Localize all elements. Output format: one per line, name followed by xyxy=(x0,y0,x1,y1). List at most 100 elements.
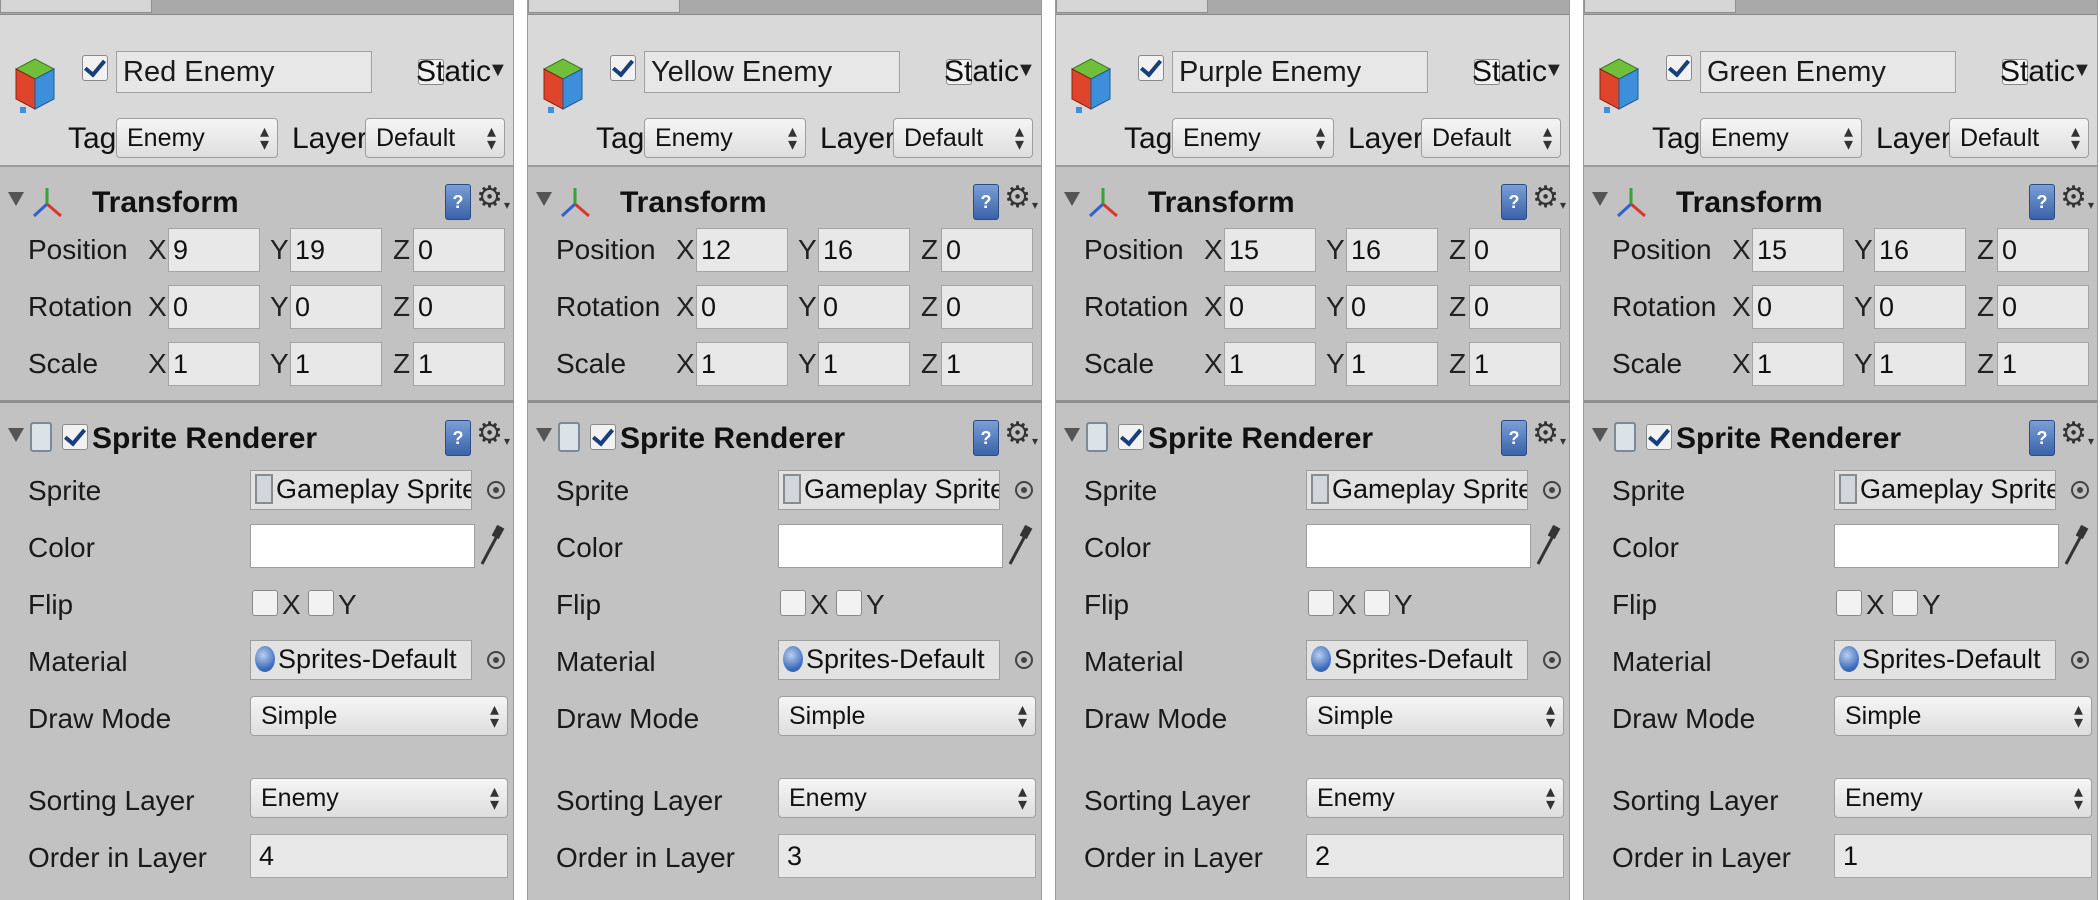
help-book-icon[interactable]: ? xyxy=(445,420,471,456)
object-picker-icon[interactable] xyxy=(2071,481,2089,499)
gear-icon[interactable]: ⚙ xyxy=(2060,180,2087,215)
sprite-renderer-enabled-checkbox[interactable] xyxy=(1646,424,1672,450)
object-name-field[interactable]: Green Enemy xyxy=(1700,51,1956,93)
sprite-field[interactable]: Gameplay SpriteS xyxy=(1834,470,2056,510)
static-dropdown-arrow-icon[interactable]: ▼ xyxy=(488,59,508,82)
rotation-x-label[interactable]: X xyxy=(1204,291,1223,323)
collapse-arrow-icon[interactable] xyxy=(536,428,552,442)
rotation-y-label[interactable]: Y xyxy=(1326,291,1345,323)
rotation-x-label[interactable]: X xyxy=(148,291,167,323)
object-picker-icon[interactable] xyxy=(2071,651,2089,669)
scale-y-field[interactable]: 1 xyxy=(1874,342,1966,386)
position-y-field[interactable]: 19 xyxy=(290,228,382,272)
help-book-icon[interactable]: ? xyxy=(1501,184,1527,220)
layer-dropdown[interactable]: Default ▴ ▾ xyxy=(1949,118,2089,158)
position-z-label[interactable]: Z xyxy=(1449,234,1466,266)
rotation-z-label[interactable]: Z xyxy=(921,291,938,323)
rotation-z-label[interactable]: Z xyxy=(393,291,410,323)
sprite-renderer-header[interactable]: Sprite Renderer ? ⚙ ▾ xyxy=(0,414,513,462)
active-checkbox[interactable] xyxy=(610,55,636,81)
flip-x-checkbox[interactable] xyxy=(1836,590,1862,616)
color-field[interactable] xyxy=(1306,524,1531,568)
object-picker-icon[interactable] xyxy=(1015,481,1033,499)
scale-y-field[interactable]: 1 xyxy=(1346,342,1438,386)
help-book-icon[interactable]: ? xyxy=(973,420,999,456)
collapse-arrow-icon[interactable] xyxy=(1064,428,1080,442)
position-y-field[interactable]: 16 xyxy=(1874,228,1966,272)
eyedropper-icon[interactable] xyxy=(2062,524,2090,568)
color-field[interactable] xyxy=(778,524,1003,568)
layer-dropdown[interactable]: Default ▴ ▾ xyxy=(365,118,505,158)
gear-icon[interactable]: ⚙ xyxy=(1004,180,1031,215)
position-x-field[interactable]: 12 xyxy=(696,228,788,272)
sprite-field[interactable]: Gameplay SpriteS xyxy=(250,470,472,510)
order-in-layer-field[interactable]: 1 xyxy=(1834,834,2092,878)
help-book-icon[interactable]: ? xyxy=(2029,420,2055,456)
static-dropdown-arrow-icon[interactable]: ▼ xyxy=(1544,59,1564,82)
rotation-y-label[interactable]: Y xyxy=(798,291,817,323)
position-x-field[interactable]: 15 xyxy=(1752,228,1844,272)
rotation-x-label[interactable]: X xyxy=(1732,291,1751,323)
sprite-renderer-enabled-checkbox[interactable] xyxy=(590,424,616,450)
rotation-x-field[interactable]: 0 xyxy=(696,285,788,329)
scale-z-label[interactable]: Z xyxy=(1449,348,1466,380)
inspector-tab[interactable] xyxy=(1056,0,1208,13)
collapse-arrow-icon[interactable] xyxy=(1592,428,1608,442)
collapse-arrow-icon[interactable] xyxy=(8,428,24,442)
sorting-layer-dropdown[interactable]: Enemy ▴ ▾ xyxy=(1306,778,1564,818)
rotation-z-label[interactable]: Z xyxy=(1977,291,1994,323)
position-x-label[interactable]: X xyxy=(676,234,695,266)
tag-dropdown[interactable]: Enemy ▴ ▾ xyxy=(644,118,806,158)
eyedropper-icon[interactable] xyxy=(478,524,506,568)
position-x-field[interactable]: 15 xyxy=(1224,228,1316,272)
rotation-x-field[interactable]: 0 xyxy=(1224,285,1316,329)
gear-icon[interactable]: ⚙ xyxy=(476,180,503,215)
scale-y-label[interactable]: Y xyxy=(798,348,817,380)
help-book-icon[interactable]: ? xyxy=(973,184,999,220)
rotation-z-label[interactable]: Z xyxy=(1449,291,1466,323)
sprite-renderer-header[interactable]: Sprite Renderer ? ⚙ ▾ xyxy=(1584,414,2097,462)
rotation-y-field[interactable]: 0 xyxy=(290,285,382,329)
rotation-x-label[interactable]: X xyxy=(676,291,695,323)
flip-x-checkbox[interactable] xyxy=(780,590,806,616)
sprite-renderer-header[interactable]: Sprite Renderer ? ⚙ ▾ xyxy=(1056,414,1569,462)
sprite-field[interactable]: Gameplay SpriteS xyxy=(778,470,1000,510)
object-name-field[interactable]: Yellow Enemy xyxy=(644,51,900,93)
position-z-label[interactable]: Z xyxy=(1977,234,1994,266)
order-in-layer-field[interactable]: 4 xyxy=(250,834,508,878)
position-z-label[interactable]: Z xyxy=(921,234,938,266)
sorting-layer-dropdown[interactable]: Enemy ▴ ▾ xyxy=(778,778,1036,818)
position-z-field[interactable]: 0 xyxy=(413,228,505,272)
inspector-tab[interactable] xyxy=(0,0,152,13)
sorting-layer-dropdown[interactable]: Enemy ▴ ▾ xyxy=(250,778,508,818)
gear-icon[interactable]: ⚙ xyxy=(1532,416,1559,451)
rotation-y-field[interactable]: 0 xyxy=(818,285,910,329)
scale-z-label[interactable]: Z xyxy=(921,348,938,380)
position-z-field[interactable]: 0 xyxy=(941,228,1033,272)
draw-mode-dropdown[interactable]: Simple ▴ ▾ xyxy=(1306,696,1564,736)
draw-mode-dropdown[interactable]: Simple ▴ ▾ xyxy=(1834,696,2092,736)
flip-x-checkbox[interactable] xyxy=(252,590,278,616)
transform-header[interactable]: Transform ? ⚙ ▾ xyxy=(1584,178,2097,226)
layer-dropdown[interactable]: Default ▴ ▾ xyxy=(893,118,1033,158)
scale-x-label[interactable]: X xyxy=(1732,348,1751,380)
rotation-z-field[interactable]: 0 xyxy=(413,285,505,329)
scale-z-field[interactable]: 1 xyxy=(413,342,505,386)
help-book-icon[interactable]: ? xyxy=(445,184,471,220)
rotation-y-label[interactable]: Y xyxy=(1854,291,1873,323)
transform-header[interactable]: Transform ? ⚙ ▾ xyxy=(1056,178,1569,226)
scale-x-label[interactable]: X xyxy=(676,348,695,380)
color-field[interactable] xyxy=(250,524,475,568)
sorting-layer-dropdown[interactable]: Enemy ▴ ▾ xyxy=(1834,778,2092,818)
inspector-tab[interactable] xyxy=(528,0,680,13)
position-z-field[interactable]: 0 xyxy=(1469,228,1561,272)
object-name-field[interactable]: Purple Enemy xyxy=(1172,51,1428,93)
position-x-field[interactable]: 9 xyxy=(168,228,260,272)
color-field[interactable] xyxy=(1834,524,2059,568)
collapse-arrow-icon[interactable] xyxy=(1592,192,1608,206)
rotation-z-field[interactable]: 0 xyxy=(1997,285,2089,329)
scale-z-label[interactable]: Z xyxy=(1977,348,1994,380)
material-field[interactable]: Sprites-Default xyxy=(778,640,1000,680)
static-dropdown-arrow-icon[interactable]: ▼ xyxy=(2072,59,2092,82)
transform-header[interactable]: Transform ? ⚙ ▾ xyxy=(0,178,513,226)
